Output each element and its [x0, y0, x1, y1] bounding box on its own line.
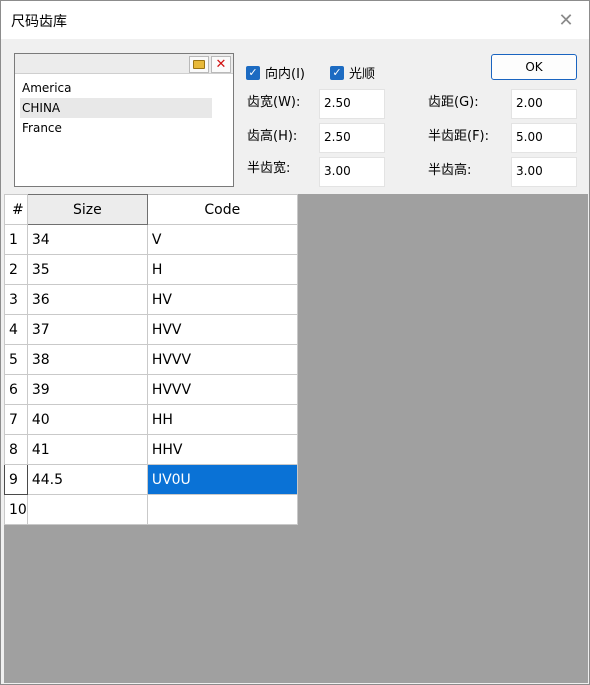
title-bar: 尺码齿库 ✕	[1, 1, 589, 39]
code-cell[interactable]: HV	[146, 284, 298, 315]
size-cell[interactable]: 39	[26, 374, 148, 405]
smooth-checkbox[interactable]: ✓ 光顺	[330, 63, 375, 82]
size-code-grid: # Size Code 1 34 V 2 35 H 3 36 HV 4 37 H…	[4, 194, 298, 525]
code-cell[interactable]: V	[146, 224, 298, 255]
code-cell[interactable]: HH	[146, 404, 298, 435]
inward-checkbox[interactable]: ✓ 向内(I)	[246, 63, 305, 82]
close-icon[interactable]: ✕	[543, 1, 589, 39]
size-cell[interactable]	[26, 494, 148, 525]
table-row: 3 36 HV	[4, 284, 298, 315]
half-tooth-pitch-label: 半齿距(F):	[428, 129, 490, 144]
delete-icon[interactable]: ✕	[211, 56, 231, 73]
code-cell-selected[interactable]: UV0U	[146, 464, 298, 495]
checkmark-icon: ✓	[330, 65, 344, 80]
table-row: 4 37 HVV	[4, 314, 298, 345]
listbox-toolbar: ✕	[15, 54, 233, 74]
tooth-height-label: 齿高(H):	[247, 129, 298, 144]
code-cell[interactable]	[146, 494, 298, 525]
tooth-pitch-input[interactable]: 2.00	[511, 89, 577, 119]
row-number[interactable]: 6	[4, 374, 28, 405]
size-cell[interactable]: 38	[26, 344, 148, 375]
size-column-header[interactable]: Size	[26, 194, 148, 225]
size-cell[interactable]: 36	[26, 284, 148, 315]
size-cell[interactable]: 37	[26, 314, 148, 345]
folder-icon[interactable]	[189, 56, 209, 73]
tooth-pitch-label: 齿距(G):	[428, 95, 479, 110]
row-number[interactable]: 9	[4, 464, 28, 495]
half-tooth-pitch-input[interactable]: 5.00	[511, 123, 577, 153]
smooth-label: 光顺	[349, 67, 376, 82]
row-number[interactable]: 7	[4, 404, 28, 435]
size-cell[interactable]: 41	[26, 434, 148, 465]
code-cell[interactable]: HVVV	[146, 374, 298, 405]
row-number[interactable]: 10	[4, 494, 28, 525]
half-tooth-height-input[interactable]: 3.00	[511, 157, 577, 187]
table-row: 5 38 HVVV	[4, 344, 298, 375]
table-row: 6 39 HVVV	[4, 374, 298, 405]
code-column-header[interactable]: Code	[146, 194, 298, 225]
size-code-grid-area: # Size Code 1 34 V 2 35 H 3 36 HV 4 37 H…	[4, 194, 588, 683]
table-row: 7 40 HH	[4, 404, 298, 435]
size-cell[interactable]: 34	[26, 224, 148, 255]
table-row: 8 41 HHV	[4, 434, 298, 465]
tooth-width-label: 齿宽(W):	[247, 95, 301, 110]
size-cell[interactable]: 40	[26, 404, 148, 435]
row-number-header: #	[4, 194, 28, 225]
table-row-new: 10	[4, 494, 298, 525]
list-item-france[interactable]: France	[20, 118, 212, 138]
half-tooth-width-input[interactable]: 3.00	[319, 157, 385, 187]
row-number[interactable]: 5	[4, 344, 28, 375]
row-number[interactable]: 4	[4, 314, 28, 345]
inward-label: 向内(I)	[265, 67, 305, 82]
size-cell[interactable]: 35	[26, 254, 148, 285]
row-number[interactable]: 2	[4, 254, 28, 285]
row-number[interactable]: 3	[4, 284, 28, 315]
code-cell[interactable]: HVV	[146, 314, 298, 345]
size-cell[interactable]: 44.5	[26, 464, 148, 495]
list-item-america[interactable]: America	[20, 78, 212, 98]
half-tooth-width-label: 半齿宽:	[247, 161, 291, 176]
row-number[interactable]: 8	[4, 434, 28, 465]
table-row: 2 35 H	[4, 254, 298, 285]
code-cell[interactable]: HVVV	[146, 344, 298, 375]
window-title: 尺码齿库	[11, 14, 67, 30]
half-tooth-height-label: 半齿高:	[428, 163, 472, 178]
tooth-height-input[interactable]: 2.50	[319, 123, 385, 153]
checkmark-icon: ✓	[246, 65, 260, 80]
code-cell[interactable]: H	[146, 254, 298, 285]
table-row: 1 34 V	[4, 224, 298, 255]
standard-listbox[interactable]: ✕ America CHINA France	[14, 53, 234, 187]
code-cell[interactable]: HHV	[146, 434, 298, 465]
size-tooth-library-dialog: 尺码齿库 ✕ ✕ America CHINA France ✓ 向内(I) ✓ …	[0, 0, 590, 685]
table-row-selected: 9 44.5 UV0U	[4, 464, 298, 495]
ok-button[interactable]: OK	[491, 54, 577, 80]
list-item-china[interactable]: CHINA	[20, 98, 212, 118]
tooth-width-input[interactable]: 2.50	[319, 89, 385, 119]
row-number[interactable]: 1	[4, 224, 28, 255]
